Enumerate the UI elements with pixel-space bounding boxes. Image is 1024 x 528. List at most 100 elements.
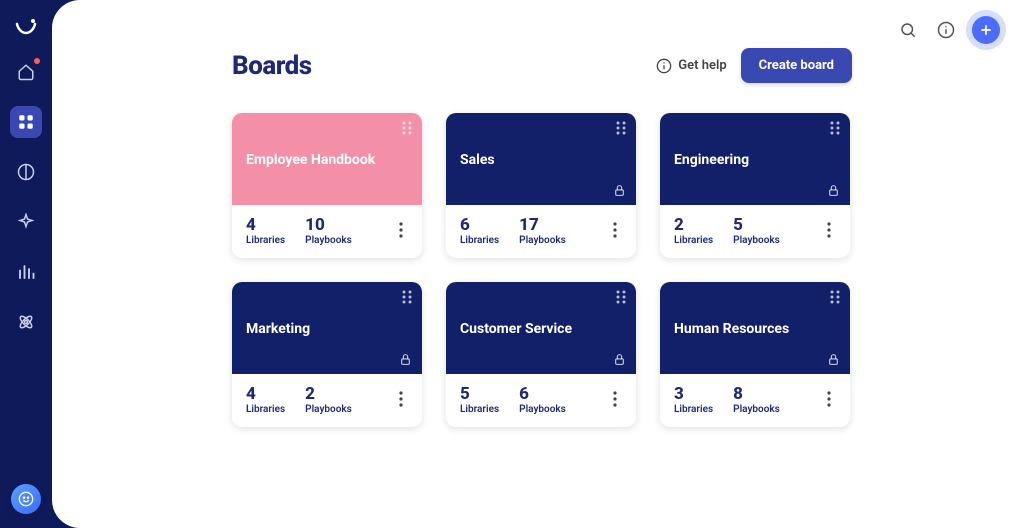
- board-title: Employee Handbook: [246, 151, 408, 169]
- lock-icon: [827, 353, 840, 366]
- board-card[interactable]: Sales 6Libraries 17Playbooks: [446, 113, 636, 258]
- libraries-stat: 4Libraries: [246, 215, 285, 246]
- playbooks-stat: 8Playbooks: [733, 384, 780, 415]
- sidebar-item-boards[interactable]: [10, 106, 42, 138]
- info-icon: [937, 21, 955, 39]
- board-title: Sales: [460, 151, 622, 169]
- libraries-stat: 2Libraries: [674, 215, 713, 246]
- more-options-button[interactable]: [818, 219, 840, 241]
- playbooks-count: 8: [733, 384, 780, 404]
- board-card[interactable]: Marketing 4Libraries 2Playbooks: [232, 282, 422, 427]
- playbooks-count: 10: [305, 215, 352, 235]
- get-help-link[interactable]: Get help: [656, 58, 726, 74]
- playbooks-label: Playbooks: [519, 235, 566, 246]
- drag-handle-icon[interactable]: [830, 290, 840, 304]
- drag-handle-icon[interactable]: [616, 290, 626, 304]
- playbooks-count: 17: [519, 215, 566, 235]
- quick-add-button[interactable]: [972, 16, 1000, 44]
- libraries-count: 4: [246, 384, 285, 404]
- brand-logo[interactable]: [14, 14, 38, 38]
- more-options-button[interactable]: [390, 388, 412, 410]
- libraries-stat: 3Libraries: [674, 384, 713, 415]
- create-board-button[interactable]: Create board: [741, 48, 852, 83]
- drag-handle-icon[interactable]: [830, 121, 840, 135]
- playbooks-stat: 6Playbooks: [519, 384, 566, 415]
- drag-handle-icon[interactable]: [402, 290, 412, 304]
- board-card-header: Sales: [446, 113, 636, 205]
- libraries-label: Libraries: [246, 404, 285, 415]
- board-card-header: Human Resources: [660, 282, 850, 374]
- topbar: [896, 16, 1000, 44]
- board-card-header: Marketing: [232, 282, 422, 374]
- more-options-button[interactable]: [604, 388, 626, 410]
- sidebar-item-analytics[interactable]: [10, 256, 42, 288]
- board-card[interactable]: Engineering 2Libraries 5Playbooks: [660, 113, 850, 258]
- playbooks-stat: 10Playbooks: [305, 215, 352, 246]
- boards-grid: Employee Handbook4Libraries10PlaybooksSa…: [232, 113, 852, 427]
- page-title: Boards: [232, 51, 312, 81]
- drag-handle-icon[interactable]: [616, 121, 626, 135]
- coffee-icon: [17, 163, 35, 181]
- playbooks-count: 5: [733, 215, 780, 235]
- board-card-footer: 4Libraries 2Playbooks: [232, 374, 422, 427]
- sidebar-item-home[interactable]: [10, 56, 42, 88]
- board-title: Customer Service: [460, 320, 622, 338]
- drag-handle-icon[interactable]: [402, 121, 412, 135]
- sidebar-item-sparkle[interactable]: [10, 206, 42, 238]
- grid-icon: [17, 113, 35, 131]
- lock-icon: [827, 184, 840, 197]
- board-card-footer: 4Libraries 10Playbooks: [232, 205, 422, 258]
- libraries-stat: 4Libraries: [246, 384, 285, 415]
- more-options-button[interactable]: [604, 219, 626, 241]
- libraries-count: 4: [246, 215, 285, 235]
- feedback-button[interactable]: [11, 484, 41, 514]
- header-actions: Get help Create board: [656, 48, 852, 83]
- more-options-button[interactable]: [818, 388, 840, 410]
- info-button[interactable]: [934, 18, 958, 42]
- board-card-footer: 5Libraries 6Playbooks: [446, 374, 636, 427]
- lock-icon: [613, 353, 626, 366]
- search-icon: [899, 21, 917, 39]
- more-options-button[interactable]: [390, 219, 412, 241]
- lock-icon: [399, 353, 412, 366]
- sidebar: [0, 0, 52, 528]
- atom-icon: [17, 313, 35, 331]
- playbooks-label: Playbooks: [305, 235, 352, 246]
- libraries-label: Libraries: [460, 404, 499, 415]
- board-card[interactable]: Customer Service 5Libraries 6Playbooks: [446, 282, 636, 427]
- notification-dot: [34, 58, 40, 64]
- libraries-stat: 5Libraries: [460, 384, 499, 415]
- libraries-stat: 6Libraries: [460, 215, 499, 246]
- header-row: Boards Get help Create board: [232, 48, 852, 83]
- board-card-footer: 2Libraries 5Playbooks: [660, 205, 850, 258]
- board-card-header: Customer Service: [446, 282, 636, 374]
- playbooks-label: Playbooks: [519, 404, 566, 415]
- board-card-header: Engineering: [660, 113, 850, 205]
- board-title: Engineering: [674, 151, 836, 169]
- search-button[interactable]: [896, 18, 920, 42]
- main-panel: Boards Get help Create board Employee Ha…: [52, 0, 1024, 528]
- playbooks-label: Playbooks: [733, 235, 780, 246]
- libraries-label: Libraries: [246, 235, 285, 246]
- libraries-count: 2: [674, 215, 713, 235]
- playbooks-count: 6: [519, 384, 566, 404]
- help-label: Get help: [678, 58, 726, 73]
- playbooks-stat: 2Playbooks: [305, 384, 352, 415]
- board-card-footer: 6Libraries 17Playbooks: [446, 205, 636, 258]
- playbooks-stat: 5Playbooks: [733, 215, 780, 246]
- board-card-header: Employee Handbook: [232, 113, 422, 205]
- board-card[interactable]: Human Resources 3Libraries 8Playbooks: [660, 282, 850, 427]
- libraries-label: Libraries: [460, 235, 499, 246]
- libraries-label: Libraries: [674, 235, 713, 246]
- libraries-label: Libraries: [674, 404, 713, 415]
- plus-icon: [979, 23, 993, 37]
- bars-icon: [17, 263, 35, 281]
- lock-icon: [613, 184, 626, 197]
- sidebar-item-coffee[interactable]: [10, 156, 42, 188]
- sidebar-item-atom[interactable]: [10, 306, 42, 338]
- sparkle-icon: [17, 213, 35, 231]
- playbooks-label: Playbooks: [305, 404, 352, 415]
- smile-icon: [18, 491, 34, 507]
- content: Boards Get help Create board Employee Ha…: [52, 0, 1024, 467]
- board-card[interactable]: Employee Handbook 4Libraries 10Playbooks: [232, 113, 422, 258]
